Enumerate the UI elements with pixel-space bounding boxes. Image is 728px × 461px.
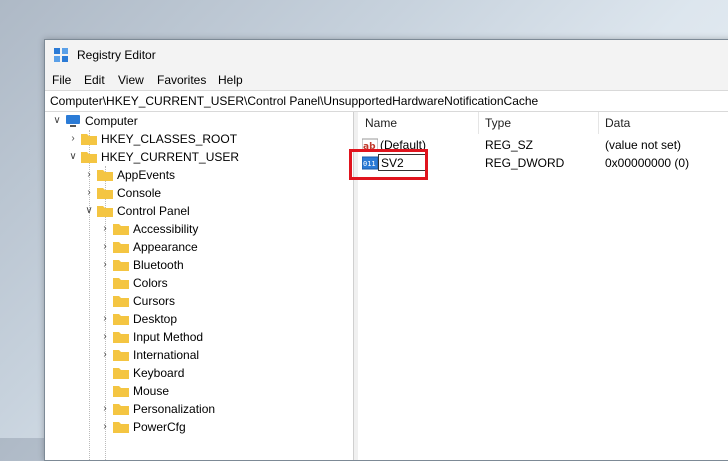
chevron-right-icon[interactable]: › bbox=[99, 241, 111, 253]
chevron-right-icon[interactable]: › bbox=[83, 187, 95, 199]
folder-icon bbox=[81, 134, 97, 145]
folder-open-icon bbox=[97, 206, 113, 217]
chevron-down-icon[interactable]: ∨ bbox=[83, 205, 95, 217]
title-bar[interactable]: Registry Editor bbox=[45, 40, 728, 70]
computer-icon bbox=[66, 115, 80, 127]
column-header-type[interactable]: Type bbox=[485, 116, 511, 130]
folder-open-icon bbox=[81, 152, 97, 163]
folder-icon bbox=[113, 314, 129, 325]
folder-icon bbox=[113, 332, 129, 343]
tree-label: Colors bbox=[133, 276, 168, 290]
tree-label: Desktop bbox=[133, 312, 178, 326]
menu-file[interactable]: File bbox=[52, 73, 71, 87]
folder-icon bbox=[113, 422, 129, 433]
tree-label: Cursors bbox=[133, 294, 176, 308]
menu-favorites[interactable]: Favorites bbox=[157, 73, 206, 87]
folder-icon bbox=[97, 170, 113, 181]
tree-label: PowerCfg bbox=[133, 420, 186, 434]
address-path[interactable]: Computer\HKEY_CURRENT_USER\Control Panel… bbox=[50, 94, 538, 108]
tree-label: Mouse bbox=[133, 384, 170, 398]
tree-label: AppEvents bbox=[117, 168, 176, 182]
menu-view[interactable]: View bbox=[118, 73, 144, 87]
chevron-right-icon[interactable]: › bbox=[67, 133, 79, 145]
tree-label: International bbox=[133, 348, 200, 362]
column-header-data[interactable]: Data bbox=[605, 116, 630, 130]
folder-icon bbox=[113, 386, 129, 397]
tree-label: Console bbox=[117, 186, 162, 200]
registry-editor-window: Registry Editor File Edit View Favorites… bbox=[44, 39, 728, 461]
folder-icon bbox=[113, 260, 129, 271]
chevron-right-icon[interactable]: › bbox=[99, 313, 111, 325]
chevron-down-icon[interactable]: ∨ bbox=[51, 115, 63, 127]
registry-editor-icon bbox=[54, 48, 68, 62]
folder-icon bbox=[97, 188, 113, 199]
tree-label: Keyboard bbox=[133, 366, 185, 380]
tree-label: Input Method bbox=[133, 330, 204, 344]
chevron-right-icon[interactable]: › bbox=[99, 421, 111, 433]
tree-label: HKEY_CURRENT_USER bbox=[101, 150, 240, 164]
menu-edit[interactable]: Edit bbox=[84, 73, 105, 87]
folder-icon bbox=[113, 350, 129, 361]
folder-icon bbox=[113, 296, 129, 307]
value-data: 0x00000000 (0) bbox=[605, 156, 690, 170]
column-separator[interactable] bbox=[598, 112, 599, 134]
tree-label: Accessibility bbox=[133, 222, 199, 236]
value-type: REG_SZ bbox=[485, 138, 534, 152]
tree-label: Personalization bbox=[133, 402, 216, 416]
folder-icon bbox=[113, 404, 129, 415]
chevron-right-icon[interactable]: › bbox=[99, 331, 111, 343]
tree-label: Computer bbox=[85, 114, 138, 128]
folder-icon bbox=[113, 224, 129, 235]
folder-icon bbox=[113, 278, 129, 289]
column-separator[interactable] bbox=[478, 112, 479, 134]
folder-icon bbox=[113, 368, 129, 379]
window-title: Registry Editor bbox=[77, 48, 156, 62]
value-data: (value not set) bbox=[605, 138, 682, 152]
chevron-right-icon[interactable]: › bbox=[83, 169, 95, 181]
menu-bar: File Edit View Favorites Help bbox=[45, 70, 728, 90]
chevron-right-icon[interactable]: › bbox=[99, 349, 111, 361]
chevron-right-icon[interactable]: › bbox=[99, 259, 111, 271]
key-tree-pane[interactable]: ∨ Computer › HKEY_CLASSES_ROOT ∨ HKEY_CU… bbox=[45, 112, 353, 460]
chevron-down-icon[interactable]: ∨ bbox=[67, 151, 79, 163]
menu-help[interactable]: Help bbox=[218, 73, 243, 87]
tree-label: Bluetooth bbox=[133, 258, 184, 272]
address-bar[interactable]: Computer\HKEY_CURRENT_USER\Control Panel… bbox=[45, 90, 728, 112]
column-header-name[interactable]: Name bbox=[365, 116, 397, 130]
tree-label: Control Panel bbox=[117, 204, 190, 218]
value-type: REG_DWORD bbox=[485, 156, 565, 170]
tree-label: HKEY_CLASSES_ROOT bbox=[101, 132, 238, 146]
chevron-right-icon[interactable]: › bbox=[99, 403, 111, 415]
chevron-right-icon[interactable]: › bbox=[99, 223, 111, 235]
folder-icon bbox=[113, 242, 129, 253]
annotation-highlight-box bbox=[349, 149, 428, 180]
tree-label: Appearance bbox=[133, 240, 198, 254]
